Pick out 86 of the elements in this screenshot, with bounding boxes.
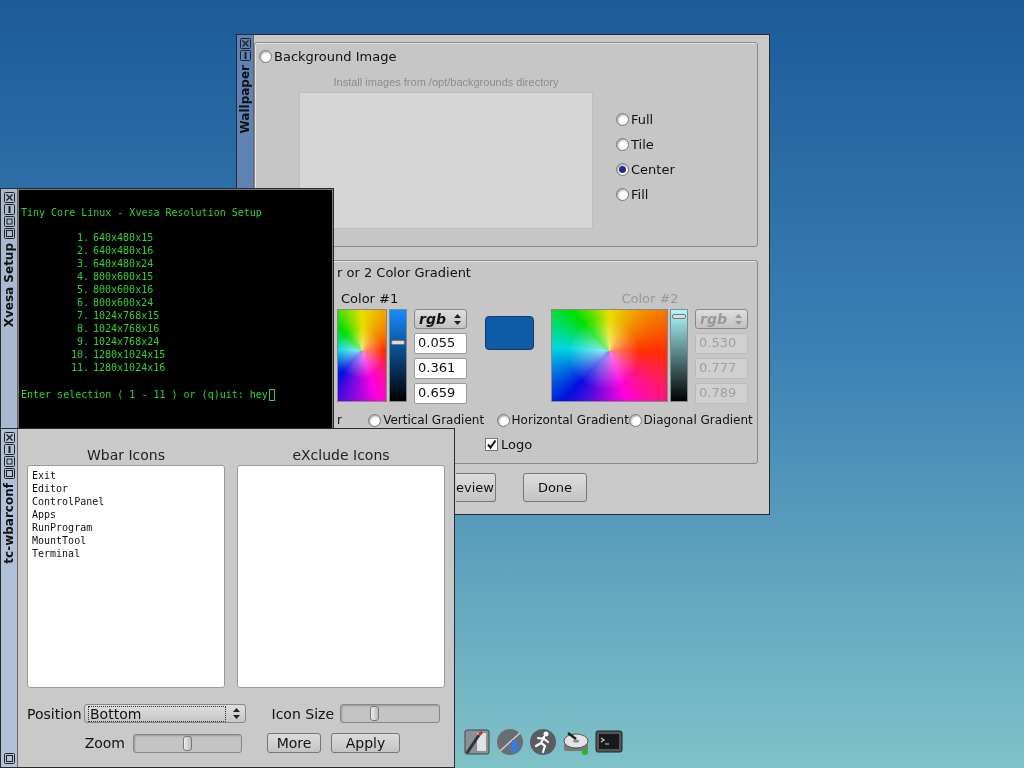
mode-dropdown: rgb bbox=[695, 309, 748, 329]
spinner-arrows-icon bbox=[734, 312, 743, 326]
close-icon[interactable] bbox=[239, 38, 251, 49]
slider[interactable] bbox=[133, 733, 242, 753]
minimize-icon[interactable] bbox=[3, 444, 15, 455]
square-icon[interactable] bbox=[3, 228, 15, 239]
radio-button[interactable]: Tile bbox=[616, 135, 675, 153]
list-item[interactable]: Apps bbox=[31, 508, 58, 521]
maximize-icon[interactable] bbox=[3, 216, 15, 227]
radio-button[interactable]: Fill bbox=[616, 185, 675, 203]
window-title: Wallpaper bbox=[238, 65, 252, 134]
radio-button[interactable]: Horizontal Gradient bbox=[496, 413, 629, 427]
value-slider[interactable] bbox=[389, 309, 407, 402]
list-item[interactable]: Terminal bbox=[31, 547, 82, 560]
option-label: 640x480x15 bbox=[93, 231, 155, 244]
spinner-arrows-icon bbox=[232, 707, 241, 720]
option-number: 6. bbox=[75, 296, 89, 309]
option-number: 7. bbox=[75, 309, 89, 322]
window-title: tc-wbarconf bbox=[2, 483, 16, 564]
square-icon[interactable] bbox=[3, 753, 15, 764]
option-number: 5. bbox=[75, 283, 89, 296]
download-icon[interactable] bbox=[496, 727, 524, 757]
maximize-icon[interactable] bbox=[3, 456, 15, 467]
group-title: r or 2 Color Gradient bbox=[337, 265, 472, 281]
list-item[interactable]: RunProgram bbox=[31, 521, 94, 534]
mode-dropdown[interactable]: rgb bbox=[414, 309, 467, 329]
terminal-line: Tiny Core Linux - Xvesa Resolution Setup bbox=[21, 206, 263, 219]
option-number: 10. bbox=[69, 348, 89, 361]
dialog-button[interactable]: Done bbox=[523, 473, 587, 502]
window-title: Xvesa Setup bbox=[2, 243, 16, 328]
dialog-button[interactable]: eview bbox=[456, 473, 496, 502]
field-label: Zoom bbox=[83, 735, 126, 751]
radio-button[interactable]: Background Image bbox=[259, 49, 397, 64]
text-cursor bbox=[268, 388, 275, 401]
option-label: 800x600x15 bbox=[93, 270, 155, 283]
option-number: 8. bbox=[75, 322, 89, 335]
option-number: 9. bbox=[75, 335, 89, 348]
dialog-button[interactable]: More bbox=[267, 733, 321, 753]
checkmark-icon bbox=[486, 439, 497, 450]
close-icon[interactable] bbox=[3, 432, 15, 443]
field-label: Position bbox=[27, 705, 83, 722]
option-number: 4. bbox=[75, 270, 89, 283]
option-number: 11. bbox=[69, 361, 89, 374]
value-field[interactable]: 0.055 bbox=[414, 333, 467, 354]
slider[interactable] bbox=[340, 704, 440, 723]
list-heading: eXclude Icons bbox=[291, 447, 391, 465]
radio-button[interactable]: Vertical Gradient bbox=[368, 413, 497, 427]
list-item[interactable]: Editor bbox=[31, 482, 70, 495]
list-item[interactable]: ControlPanel bbox=[31, 495, 106, 508]
option-label: 800x600x16 bbox=[93, 283, 155, 296]
hint-text: Install images from /opt/backgrounds directory bbox=[332, 76, 560, 90]
option-label: 1024x768x16 bbox=[93, 322, 161, 335]
list-heading: Wbar Icons bbox=[85, 447, 167, 465]
option-label: 1280x1024x15 bbox=[93, 348, 166, 361]
minimize-icon[interactable] bbox=[3, 204, 15, 215]
color-label: Color #1 bbox=[341, 291, 399, 308]
dialog-button[interactable]: Apply bbox=[331, 733, 400, 753]
runner-icon[interactable] bbox=[529, 727, 557, 757]
radio-button[interactable]: Diagonal Gradient bbox=[628, 413, 757, 427]
minimize-icon[interactable] bbox=[239, 50, 251, 61]
square-icon[interactable] bbox=[3, 468, 15, 479]
option-label: 800x600x24 bbox=[93, 296, 155, 309]
close-icon[interactable] bbox=[3, 192, 15, 203]
spinner-arrows-icon bbox=[453, 312, 462, 326]
field-label: Icon Size bbox=[270, 705, 335, 722]
position-dropdown[interactable]: Bottom bbox=[84, 704, 246, 723]
tools-icon[interactable] bbox=[463, 727, 491, 757]
radio-label: r bbox=[337, 413, 343, 427]
option-label: 1280x1024x16 bbox=[93, 361, 166, 374]
color-swatch[interactable] bbox=[485, 316, 534, 350]
color-spectrum[interactable] bbox=[337, 309, 387, 402]
option-number: 2. bbox=[75, 244, 89, 257]
value-field[interactable]: 0.361 bbox=[414, 358, 467, 379]
option-label: 1024x768x24 bbox=[93, 335, 161, 348]
list-item[interactable]: Exit bbox=[31, 469, 58, 482]
logo-checkbox[interactable]: Logo bbox=[485, 436, 533, 453]
option-number: 1. bbox=[75, 231, 89, 244]
option-label: 1024x768x15 bbox=[93, 309, 161, 322]
terminal-line: Enter selection ( 1 - 11 ) or (q)uit: hey bbox=[21, 388, 268, 401]
option-number: 3. bbox=[75, 257, 89, 270]
radio-button[interactable]: Full bbox=[616, 110, 675, 128]
value-field[interactable]: 0.659 bbox=[414, 383, 467, 404]
option-label: 640x480x16 bbox=[93, 244, 155, 257]
radio-button[interactable]: Center bbox=[616, 160, 675, 178]
list-item[interactable]: MountTool bbox=[31, 534, 88, 547]
option-label: 640x480x24 bbox=[93, 257, 155, 270]
